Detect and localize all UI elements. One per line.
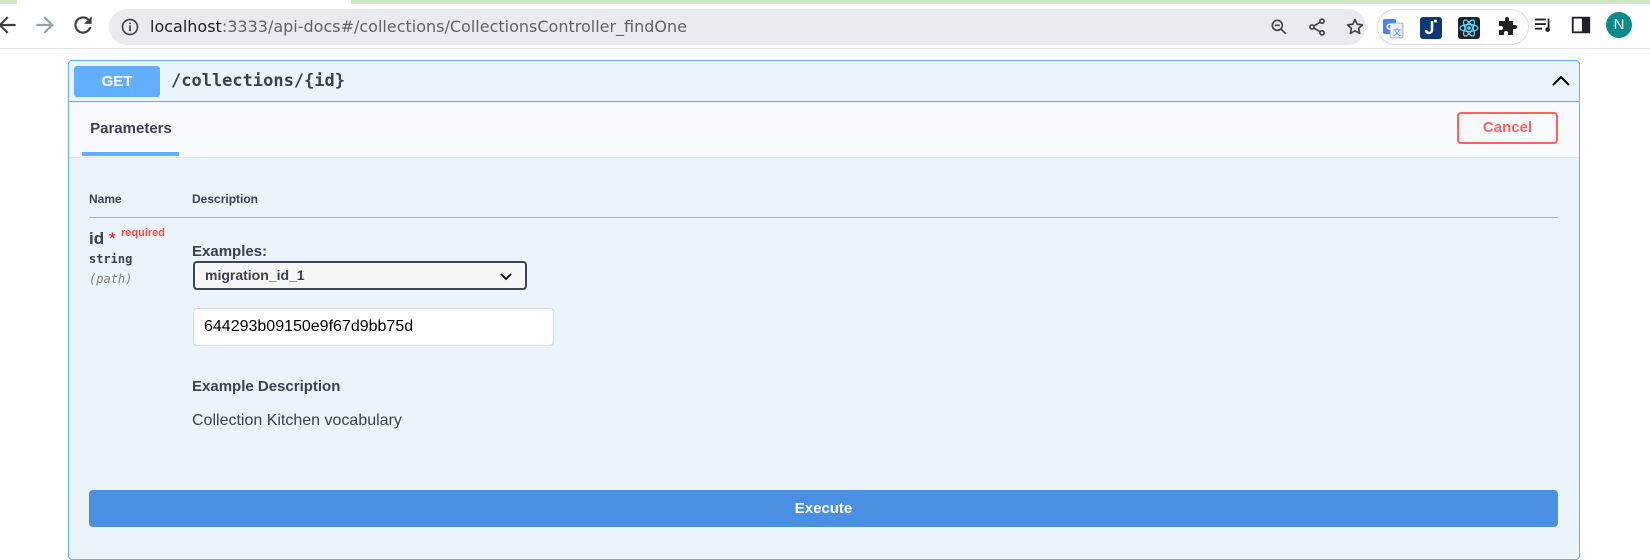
tab-strip <box>0 0 1650 4</box>
parameter-type: string <box>89 252 133 266</box>
column-header-name: Name <box>89 192 122 206</box>
back-icon[interactable] <box>0 12 20 38</box>
extensions-group: G文 <box>1377 9 1529 45</box>
execute-button[interactable]: Execute <box>89 490 1558 527</box>
forward-icon[interactable] <box>32 12 58 38</box>
id-parameter-input[interactable]: 644293b09150e9f67d9bb75d <box>193 308 554 346</box>
cancel-button[interactable]: Cancel <box>1457 112 1558 144</box>
example-description-title: Example Description <box>192 378 341 395</box>
share-icon[interactable] <box>1307 17 1327 37</box>
profile-avatar[interactable]: N <box>1606 12 1632 38</box>
extensions-puzzle-icon[interactable] <box>1495 16 1519 40</box>
svg-text:文: 文 <box>1393 27 1401 37</box>
http-method-badge: GET <box>74 66 160 97</box>
table-divider <box>89 217 1558 218</box>
side-panel-icon[interactable] <box>1570 14 1592 36</box>
selected-example: migration_id_1 <box>205 267 305 283</box>
reload-icon[interactable] <box>70 12 96 38</box>
operation-block: GET /collections/{id} Parameters Cancel … <box>68 60 1580 560</box>
tab-parameters[interactable]: Parameters <box>83 103 179 158</box>
operation-summary[interactable]: GET /collections/{id} <box>69 61 1579 102</box>
site-info-icon[interactable] <box>120 17 140 37</box>
required-label: required <box>121 227 166 239</box>
media-queue-icon[interactable] <box>1533 14 1555 36</box>
chevron-down-icon <box>499 269 513 283</box>
google-translate-icon[interactable]: G文 <box>1381 16 1405 40</box>
url-path: :3333/api-docs#/collections/CollectionsC… <box>221 17 688 36</box>
browser-toolbar: localhost:3333/api-docs#/collections/Col… <box>0 0 1650 49</box>
required-star: * <box>109 229 116 248</box>
examples-select[interactable]: migration_id_1 <box>193 261 527 290</box>
react-devtools-icon[interactable] <box>1457 16 1481 40</box>
jira-extension-icon[interactable] <box>1419 16 1443 40</box>
url-host: localhost <box>150 17 222 36</box>
examples-label: Examples: <box>192 243 268 260</box>
parameters-header: Parameters Cancel <box>69 103 1579 158</box>
parameter-location: (path) <box>89 272 133 286</box>
active-tab-edge[interactable] <box>17 0 351 4</box>
address-bar[interactable]: localhost:3333/api-docs#/collections/Col… <box>109 9 1366 45</box>
active-tab-underline <box>82 152 179 156</box>
bookmark-star-icon[interactable] <box>1345 17 1365 37</box>
example-description-text: Collection Kitchen vocabulary <box>192 412 402 429</box>
chevron-up-icon[interactable] <box>1551 71 1571 91</box>
url-text[interactable]: localhost:3333/api-docs#/collections/Col… <box>150 9 687 45</box>
zoom-icon[interactable] <box>1269 17 1289 37</box>
parameter-name: id <box>89 229 105 248</box>
column-header-description: Description <box>192 192 259 206</box>
operation-path: /collections/{id} <box>171 71 345 91</box>
